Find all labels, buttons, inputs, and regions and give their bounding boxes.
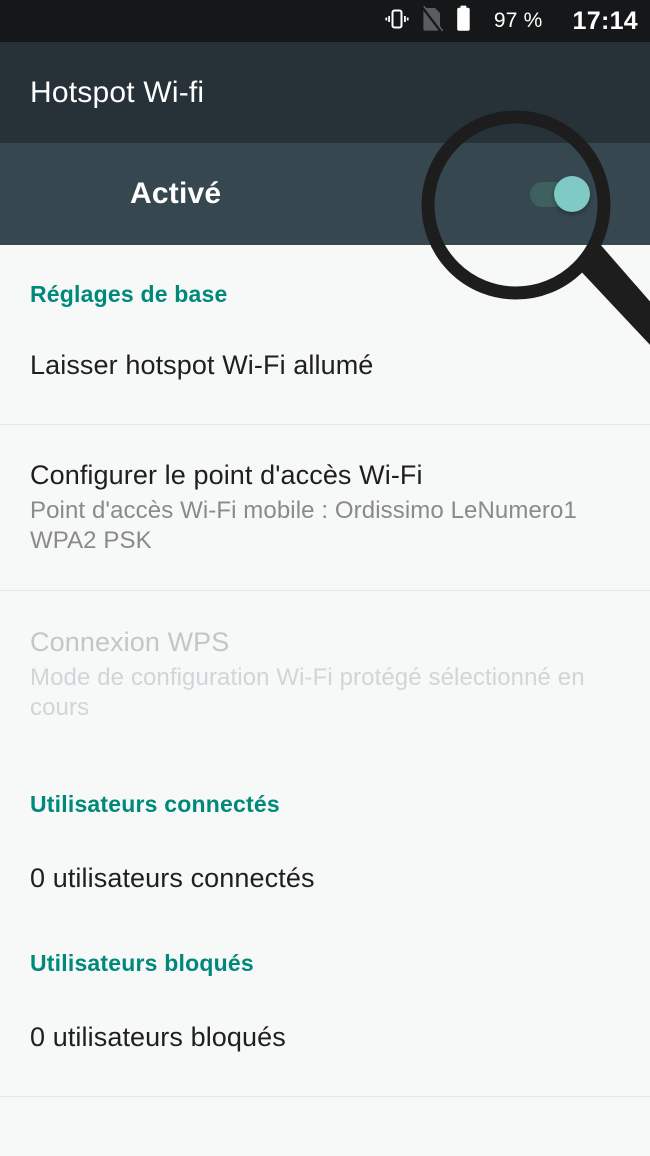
divider (0, 1096, 650, 1097)
list-item-configurer-point-acces[interactable]: Configurer le point d'accès Wi-Fi Point … (0, 425, 650, 590)
list-item-title: Laisser hotspot Wi-Fi allumé (30, 350, 374, 380)
list-item-laisser-hotspot[interactable]: Laisser hotspot Wi-Fi allumé (0, 308, 650, 424)
list-item-utilisateurs-connectes[interactable]: 0 utilisateurs connectés (0, 818, 650, 936)
hotspot-toggle-switch[interactable] (530, 176, 590, 212)
page-title: Hotspot Wi-fi (30, 75, 205, 109)
status-bar: 97 % 17:14 (0, 0, 650, 42)
toggle-thumb (554, 176, 590, 212)
list-item-title: 0 utilisateurs bloqués (30, 1022, 286, 1052)
list-item-subtitle: Mode de configuration Wi-Fi protégé séle… (30, 664, 585, 721)
status-icons: 97 % 17:14 (385, 4, 638, 37)
clock-label: 17:14 (572, 6, 638, 35)
list-item-title: Connexion WPS (30, 627, 230, 657)
list-item-title: 0 utilisateurs connectés (30, 863, 315, 893)
section-header-reglages-de-base: Réglages de base (30, 281, 228, 307)
hotspot-switch-bar[interactable]: Activé (0, 143, 650, 245)
list-item-title: Configurer le point d'accès Wi-Fi (30, 460, 423, 490)
hotspot-switch-label: Activé (130, 177, 222, 210)
settings-list: Réglages de base Laisser hotspot Wi-Fi a… (0, 245, 650, 1156)
app-bar: Hotspot Wi-fi (0, 42, 650, 143)
list-item-connexion-wps: Connexion WPS Mode de configuration Wi-F… (0, 591, 650, 753)
phone-screen: 97 % 17:14 Hotspot Wi-fi Activé Réglages… (0, 0, 650, 1156)
section-header-utilisateurs-connectes: Utilisateurs connectés (30, 791, 280, 817)
section-header-utilisateurs-bloques: Utilisateurs bloqués (30, 950, 254, 976)
battery-full-icon (455, 5, 472, 37)
list-item-subtitle: Point d'accès Wi-Fi mobile : Ordissimo L… (30, 497, 577, 554)
sim-card-off-icon (420, 4, 444, 37)
battery-percent-label: 97 % (493, 9, 543, 32)
list-item-utilisateurs-bloques[interactable]: 0 utilisateurs bloqués (0, 977, 650, 1096)
vibrate-icon (385, 7, 409, 36)
